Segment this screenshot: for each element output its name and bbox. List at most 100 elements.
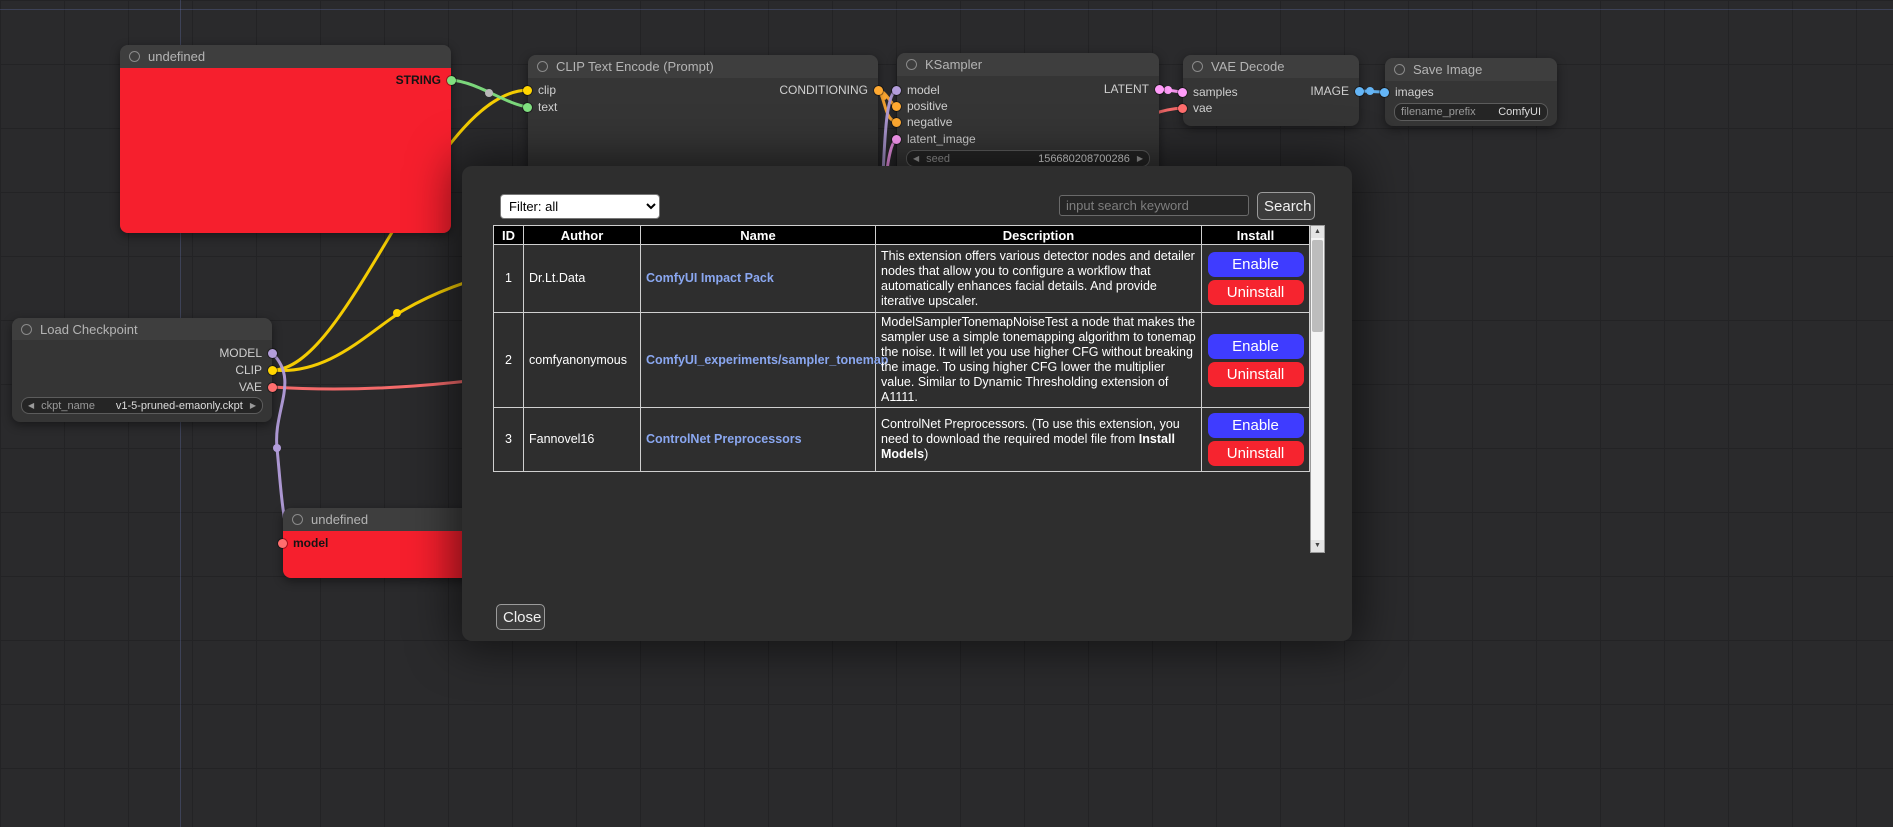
- node-header[interactable]: VAE Decode: [1183, 55, 1359, 78]
- scroll-down-arrow-icon[interactable]: ▼: [1311, 540, 1324, 552]
- slot-dot-vae[interactable]: [268, 383, 277, 392]
- enable-button[interactable]: Enable: [1208, 334, 1304, 359]
- cell-author: Fannovel16: [524, 408, 641, 472]
- scroll-up-arrow-icon[interactable]: ▲: [1311, 226, 1324, 238]
- header-id: ID: [494, 226, 524, 245]
- slot-dot-conditioning[interactable]: [874, 86, 883, 95]
- widget-value: 156680208700286: [1038, 153, 1130, 165]
- output-slot-clip[interactable]: CLIP: [235, 363, 277, 377]
- input-slot-text[interactable]: text: [523, 100, 557, 114]
- collapse-dot-icon[interactable]: [21, 324, 32, 335]
- close-button[interactable]: Close: [496, 604, 545, 630]
- enable-button[interactable]: Enable: [1208, 413, 1304, 438]
- uninstall-button[interactable]: Uninstall: [1208, 280, 1304, 305]
- input-slot-vae[interactable]: vae: [1178, 101, 1212, 115]
- collapse-dot-icon[interactable]: [1192, 61, 1203, 72]
- extension-link[interactable]: ComfyUI_experiments/sampler_tonemap: [646, 353, 888, 367]
- extensions-table: ID Author Name Description Install 1 Dr.…: [493, 225, 1310, 472]
- table-header-row: ID Author Name Description Install: [494, 226, 1310, 245]
- node-vae-decode[interactable]: VAE Decode samples vae IMAGE: [1183, 55, 1359, 126]
- table-scrollbar[interactable]: ▲ ▼: [1310, 225, 1325, 553]
- widget-label: seed: [926, 153, 950, 165]
- output-slot-string[interactable]: STRING: [396, 73, 456, 87]
- widget-value: v1-5-pruned-emaonly.ckpt: [116, 400, 243, 412]
- input-slot-samples[interactable]: samples: [1178, 85, 1238, 99]
- search-button[interactable]: Search: [1257, 192, 1315, 220]
- slot-dot-images[interactable]: [1380, 88, 1389, 97]
- extension-link[interactable]: ComfyUI Impact Pack: [646, 271, 774, 285]
- next-arrow-icon[interactable]: ▶: [250, 402, 256, 410]
- search-input[interactable]: [1059, 195, 1249, 216]
- node-header[interactable]: KSampler: [897, 53, 1159, 76]
- collapse-dot-icon[interactable]: [129, 51, 140, 62]
- seed-widget[interactable]: ◀ seed 156680208700286 ▶: [906, 150, 1150, 167]
- input-slot-model[interactable]: model: [892, 83, 940, 97]
- header-description: Description: [876, 226, 1202, 245]
- input-slot-latent-image[interactable]: latent_image: [892, 132, 976, 146]
- link-dot-latent: [1164, 86, 1172, 94]
- extension-link[interactable]: ControlNet Preprocessors: [646, 432, 802, 446]
- node-header[interactable]: CLIP Text Encode (Prompt): [528, 55, 878, 78]
- output-slot-vae[interactable]: VAE: [239, 380, 277, 394]
- link-dot-model: [273, 444, 281, 452]
- cell-install: Enable Uninstall: [1202, 245, 1310, 313]
- decrement-arrow-icon[interactable]: ◀: [913, 155, 919, 163]
- cell-install: Enable Uninstall: [1202, 408, 1310, 472]
- link-dot-clip: [393, 309, 401, 317]
- slot-dot-text[interactable]: [523, 103, 532, 112]
- widget-value: ComfyUI: [1498, 106, 1541, 118]
- node-body-error: [120, 68, 451, 233]
- slot-dot-model[interactable]: [268, 349, 277, 358]
- slot-dot-vae[interactable]: [1178, 104, 1187, 113]
- slot-dot-clip[interactable]: [268, 366, 277, 375]
- node-load-checkpoint[interactable]: Load Checkpoint MODEL CLIP VAE ◀ ckpt_na…: [12, 318, 272, 422]
- collapse-dot-icon[interactable]: [906, 59, 917, 70]
- filename-prefix-widget[interactable]: filename_prefix ComfyUI: [1394, 103, 1548, 121]
- scrollbar-thumb[interactable]: [1312, 240, 1323, 332]
- uninstall-button[interactable]: Uninstall: [1208, 362, 1304, 387]
- comfyui-app: { "colors": { "error_node": "#f61f2d", "…: [0, 0, 1893, 827]
- collapse-dot-icon[interactable]: [537, 61, 548, 72]
- input-slot-images[interactable]: images: [1380, 85, 1434, 99]
- slot-dot-negative[interactable]: [892, 118, 901, 127]
- input-slot-positive[interactable]: positive: [892, 99, 948, 113]
- slot-dot-clip[interactable]: [523, 86, 532, 95]
- slot-dot-string[interactable]: [447, 76, 456, 85]
- slot-dot-samples[interactable]: [1178, 88, 1187, 97]
- output-slot-conditioning[interactable]: CONDITIONING: [779, 83, 883, 97]
- node-header[interactable]: Load Checkpoint: [12, 318, 272, 340]
- slot-dot-image[interactable]: [1355, 87, 1364, 96]
- slot-dot-latent-image[interactable]: [892, 135, 901, 144]
- header-name: Name: [641, 226, 876, 245]
- collapse-dot-icon[interactable]: [1394, 64, 1405, 75]
- cell-install: Enable Uninstall: [1202, 313, 1310, 408]
- filter-select[interactable]: Filter: all: [500, 194, 660, 219]
- node-title: undefined: [311, 512, 368, 527]
- uninstall-button[interactable]: Uninstall: [1208, 441, 1304, 466]
- table-row: 3 Fannovel16 ControlNet Preprocessors Co…: [494, 408, 1310, 472]
- node-undefined-top[interactable]: undefined STRING: [120, 45, 451, 233]
- output-slot-model[interactable]: MODEL: [219, 346, 277, 360]
- increment-arrow-icon[interactable]: ▶: [1137, 155, 1143, 163]
- input-slot-clip[interactable]: clip: [523, 83, 556, 97]
- cell-author: comfyanonymous: [524, 313, 641, 408]
- node-save-image[interactable]: Save Image images filename_prefix ComfyU…: [1385, 58, 1557, 126]
- node-header[interactable]: Save Image: [1385, 58, 1557, 81]
- node-title: Save Image: [1413, 62, 1482, 77]
- cell-author: Dr.Lt.Data: [524, 245, 641, 313]
- output-slot-image[interactable]: IMAGE: [1310, 84, 1364, 98]
- input-slot-negative[interactable]: negative: [892, 115, 952, 129]
- enable-button[interactable]: Enable: [1208, 252, 1304, 277]
- node-title: CLIP Text Encode (Prompt): [556, 59, 714, 74]
- ckpt-name-widget[interactable]: ◀ ckpt_name v1-5-pruned-emaonly.ckpt ▶: [21, 397, 263, 414]
- slot-dot-latent[interactable]: [1155, 85, 1164, 94]
- previous-arrow-icon[interactable]: ◀: [28, 402, 34, 410]
- slot-dot-model[interactable]: [892, 86, 901, 95]
- input-slot-model[interactable]: model: [278, 536, 328, 550]
- output-slot-latent[interactable]: LATENT: [1104, 82, 1164, 96]
- link-dot-string: [485, 89, 493, 97]
- slot-dot-model[interactable]: [278, 539, 287, 548]
- node-header[interactable]: undefined: [120, 45, 451, 68]
- collapse-dot-icon[interactable]: [292, 514, 303, 525]
- slot-dot-positive[interactable]: [892, 102, 901, 111]
